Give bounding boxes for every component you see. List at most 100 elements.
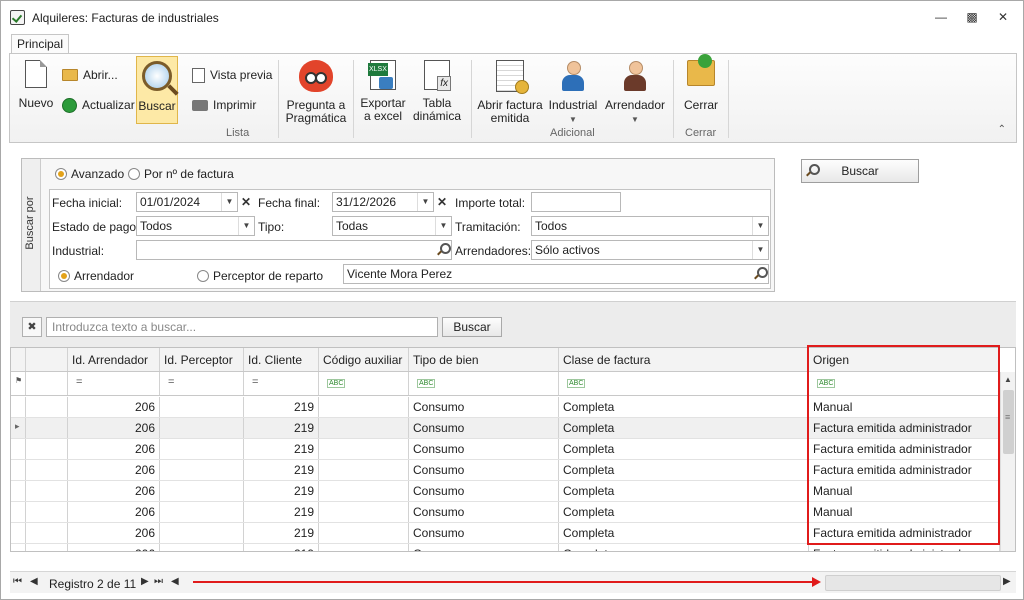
pregunta-pragmatica-button[interactable]: Pregunta a Pragmática <box>284 60 348 125</box>
column-header[interactable]: Código auxiliar <box>319 348 409 371</box>
table-cell[interactable]: 206 <box>68 460 160 480</box>
next-record-icon[interactable]: ▶ <box>141 576 149 587</box>
vista-previa-button[interactable]: Vista previa <box>192 66 272 84</box>
table-cell[interactable]: 219 <box>244 460 319 480</box>
table-cell[interactable]: Completa <box>559 418 809 438</box>
chevron-down-icon[interactable]: ▼ <box>221 193 237 211</box>
table-cell[interactable] <box>319 397 409 417</box>
abrir-factura-emitida-button[interactable]: Abrir factura emitida <box>476 60 544 125</box>
horizontal-scroll-thumb[interactable] <box>825 575 1001 591</box>
column-header[interactable]: Clase de factura <box>559 348 809 371</box>
table-cell[interactable] <box>160 544 244 551</box>
buscar-filter-button[interactable]: Buscar <box>801 159 919 183</box>
abrir-button[interactable]: Abrir... <box>62 66 118 84</box>
minimize-button[interactable]: — <box>933 9 949 25</box>
column-filter-cell[interactable]: = <box>68 372 160 395</box>
tipo-select[interactable]: Todas ▼ <box>332 216 452 236</box>
table-cell[interactable]: Completa <box>559 439 809 459</box>
industrial-field[interactable] <box>136 240 452 260</box>
table-cell[interactable] <box>319 544 409 551</box>
table-cell[interactable]: Completa <box>559 481 809 501</box>
search-icon[interactable] <box>437 243 451 255</box>
fecha-final-field[interactable]: 31/12/2026 ▼ <box>332 192 434 212</box>
tab-principal[interactable]: Principal <box>11 34 69 54</box>
table-cell[interactable]: Consumo <box>409 418 559 438</box>
clear-fecha-final-icon[interactable]: ✕ <box>435 193 449 211</box>
table-row[interactable]: 206 219 ConsumoCompletaFactura emitida adm… <box>11 544 1000 551</box>
chevron-down-icon[interactable]: ▼ <box>238 217 254 235</box>
first-record-icon[interactable]: ⏮ <box>13 576 22 587</box>
table-cell[interactable]: Consumo <box>409 439 559 459</box>
table-cell[interactable] <box>319 481 409 501</box>
table-cell[interactable]: Completa <box>559 502 809 522</box>
persona-field[interactable]: Vicente Mora Perez <box>343 264 769 284</box>
scroll-left-icon[interactable]: ◀ <box>171 576 179 587</box>
prev-record-icon[interactable]: ◀ <box>30 576 38 587</box>
table-cell[interactable] <box>160 481 244 501</box>
estado-pago-select[interactable]: Todos ▼ <box>136 216 255 236</box>
chevron-down-icon[interactable]: ▼ <box>417 193 433 211</box>
table-cell[interactable]: 206 <box>68 418 160 438</box>
row-indicator[interactable] <box>11 439 26 459</box>
radio-por-factura[interactable]: Por nº de factura <box>128 167 234 181</box>
table-cell[interactable] <box>319 460 409 480</box>
find-input[interactable]: Introduzca texto a buscar... <box>46 317 438 337</box>
radio-arrendador[interactable]: Arrendador <box>58 269 134 283</box>
table-cell[interactable] <box>319 502 409 522</box>
row-indicator[interactable] <box>11 502 26 522</box>
table-cell[interactable] <box>160 502 244 522</box>
row-indicator[interactable] <box>11 397 26 417</box>
vertical-scrollbar[interactable]: ▲ ≡ <box>1000 372 1015 551</box>
search-icon[interactable] <box>754 267 768 279</box>
close-button[interactable]: ✕ <box>995 9 1011 25</box>
table-cell[interactable]: Consumo <box>409 397 559 417</box>
column-filter-cell[interactable]: = <box>244 372 319 395</box>
table-cell[interactable]: 206 <box>68 502 160 522</box>
table-cell[interactable] <box>319 439 409 459</box>
table-cell[interactable]: Consumo <box>409 502 559 522</box>
column-header[interactable]: Id. Arrendador <box>68 348 160 371</box>
industrial-button[interactable]: Industrial ▼ <box>548 60 598 126</box>
table-cell[interactable]: Factura emitida administrador <box>809 544 1000 551</box>
column-header[interactable]: Tipo de bien <box>409 348 559 371</box>
chevron-down-icon[interactable]: ▼ <box>435 217 451 235</box>
table-cell[interactable]: 206 <box>68 523 160 543</box>
table-cell[interactable]: 206 <box>68 397 160 417</box>
cerrar-button[interactable]: Cerrar <box>678 54 724 112</box>
table-cell[interactable] <box>160 397 244 417</box>
table-cell[interactable] <box>160 523 244 543</box>
table-cell[interactable]: Completa <box>559 523 809 543</box>
clear-fecha-inicial-icon[interactable]: ✕ <box>239 193 253 211</box>
radio-perceptor[interactable]: Perceptor de reparto <box>197 269 323 283</box>
table-cell[interactable]: Consumo <box>409 523 559 543</box>
table-cell[interactable]: 219 <box>244 397 319 417</box>
column-filter-cell[interactable]: ABC <box>319 372 409 395</box>
arrendadores-select[interactable]: Sólo activos ▼ <box>531 240 769 260</box>
table-cell[interactable]: 206 <box>68 439 160 459</box>
table-cell[interactable]: 219 <box>244 439 319 459</box>
table-cell[interactable]: 219 <box>244 502 319 522</box>
tabla-dinamica-button[interactable]: Tabla dinámica <box>412 60 462 123</box>
table-cell[interactable]: 206 <box>68 544 160 551</box>
scroll-thumb[interactable]: ≡ <box>1003 390 1014 454</box>
maximize-button[interactable]: ▩ <box>964 9 980 25</box>
table-cell[interactable]: Completa <box>559 397 809 417</box>
table-cell[interactable]: 219 <box>244 481 319 501</box>
table-cell[interactable]: 219 <box>244 523 319 543</box>
chevron-down-icon[interactable]: ▼ <box>752 217 768 235</box>
scroll-right-icon[interactable]: ▶ <box>1003 576 1011 587</box>
scroll-up-icon[interactable]: ▲ <box>1004 375 1012 384</box>
table-cell[interactable] <box>319 418 409 438</box>
close-find-panel-icon[interactable]: ✖ <box>22 317 42 337</box>
table-cell[interactable]: 206 <box>68 481 160 501</box>
table-cell[interactable] <box>160 460 244 480</box>
actualizar-button[interactable]: Actualizar <box>62 96 135 114</box>
tramitacion-select[interactable]: Todos ▼ <box>531 216 769 236</box>
importe-total-field[interactable] <box>531 192 621 212</box>
table-cell[interactable]: 219 <box>244 544 319 551</box>
table-cell[interactable] <box>319 523 409 543</box>
table-cell[interactable]: Consumo <box>409 460 559 480</box>
buscar-ribbon-button[interactable]: Buscar <box>136 56 178 124</box>
column-header[interactable]: Id. Perceptor <box>160 348 244 371</box>
column-filter-cell[interactable]: = <box>160 372 244 395</box>
